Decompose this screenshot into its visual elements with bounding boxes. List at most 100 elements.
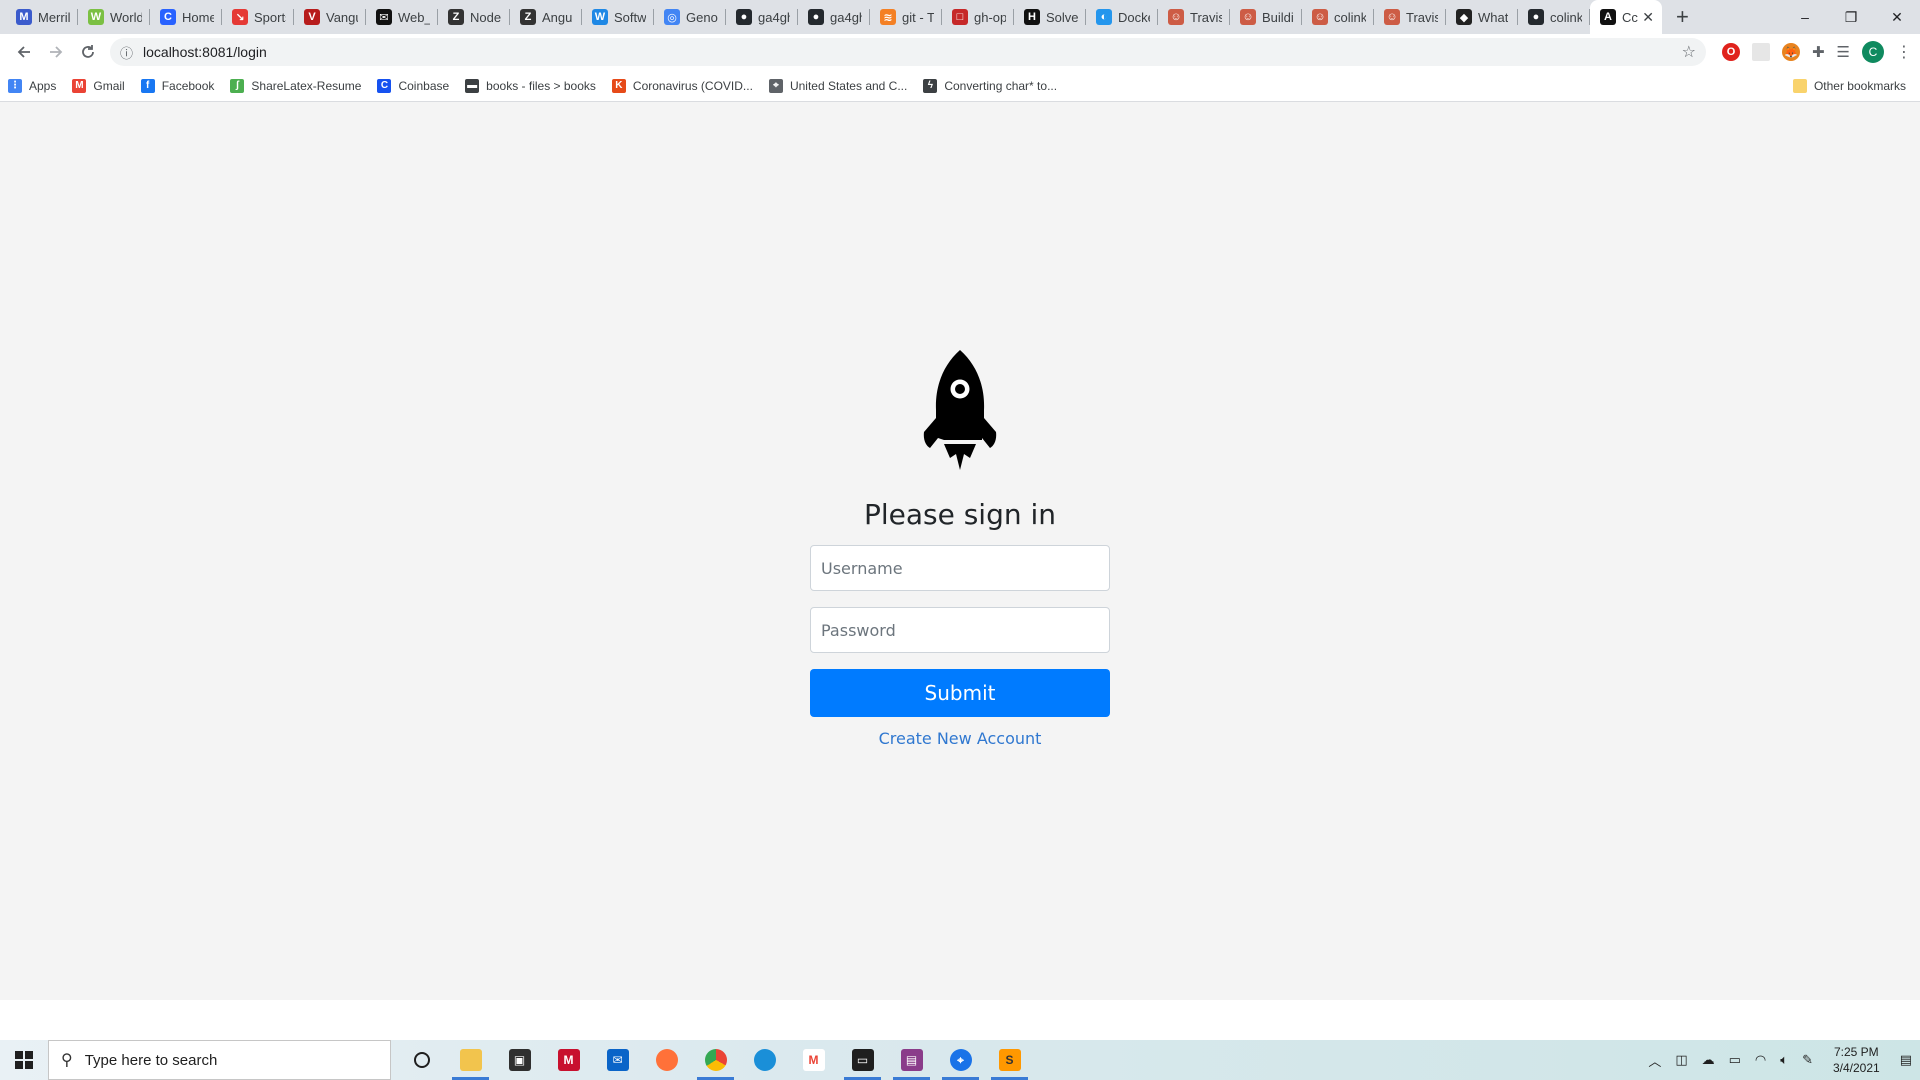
browser-tab[interactable]: W World: [78, 0, 150, 34]
tab-list: M Merril W World C Home ↘ Sports V Vangu ✉ Web_A Z No…: [0, 0, 1590, 34]
back-arrow-icon: [17, 46, 30, 58]
bookmark-favicon-icon: K: [611, 78, 626, 93]
reload-button[interactable]: [72, 36, 104, 68]
close-tab-icon[interactable]: ✕: [1642, 9, 1654, 26]
browser-tab[interactable]: ✉ Web_A: [366, 0, 438, 34]
tab-title: ga4gh: [758, 9, 790, 25]
new-tab-button[interactable]: +: [1662, 0, 1703, 34]
bookmark-item[interactable]: f Facebook: [140, 78, 214, 93]
taskbar-store[interactable]: ▣: [495, 1040, 544, 1080]
tab-active[interactable]: A Cc ✕: [1590, 0, 1662, 34]
browser-tab[interactable]: Z Node.: [438, 0, 510, 34]
bookmark-item[interactable]: ⋮ Apps: [8, 78, 56, 93]
bookmark-item[interactable]: M Gmail: [72, 78, 125, 93]
tab-favicon-icon: ◆: [1456, 9, 1472, 25]
tab-favicon-icon: ☺: [1240, 9, 1256, 25]
bookmark-star-icon[interactable]: ☆: [1682, 42, 1696, 62]
windows-logo-icon: [15, 1051, 33, 1069]
maximize-button[interactable]: ❐: [1828, 9, 1874, 26]
chevron-up-icon[interactable]: ︿: [1648, 1051, 1661, 1070]
taskbar-maps[interactable]: ⌖: [936, 1040, 985, 1080]
browser-tab[interactable]: □ gh-op: [942, 0, 1014, 34]
browser-tab[interactable]: ☺ Travis: [1158, 0, 1230, 34]
username-input[interactable]: Username: [810, 545, 1110, 591]
browser-tab[interactable]: V Vangu: [294, 0, 366, 34]
close-window-button[interactable]: ✕: [1874, 9, 1920, 26]
browser-tab[interactable]: ◎ Genor: [654, 0, 726, 34]
taskbar-search[interactable]: ⚲ Type here to search: [48, 1040, 391, 1080]
address-bar[interactable]: ⓘ localhost:8081/login ☆: [110, 38, 1706, 66]
bookmark-item[interactable]: ʃ ShareLatex-Resume: [230, 78, 361, 93]
browser-tab[interactable]: W Softw: [582, 0, 654, 34]
bookmark-item[interactable]: K Coronavirus (COVID...: [611, 78, 753, 93]
tab-title: Docke: [1118, 9, 1150, 25]
taskbar-winrar[interactable]: ▤: [887, 1040, 936, 1080]
other-bookmarks-label: Other bookmarks: [1813, 78, 1906, 93]
taskbar-edge[interactable]: [740, 1040, 789, 1080]
browser-tab[interactable]: M Merril: [6, 0, 78, 34]
taskbar-file-explorer[interactable]: [446, 1040, 495, 1080]
taskbar-chrome[interactable]: [691, 1040, 740, 1080]
taskbar-gmail[interactable]: M: [789, 1040, 838, 1080]
taskbar-firefox[interactable]: [642, 1040, 691, 1080]
clock[interactable]: 7:25 PM 3/4/2021: [1833, 1044, 1880, 1076]
battery-icon[interactable]: ▭: [1729, 1052, 1741, 1068]
metamask-fox-icon[interactable]: 🦊: [1781, 43, 1800, 61]
info-icon[interactable]: ⓘ: [120, 43, 133, 62]
taskbar-mcafee[interactable]: M: [544, 1040, 593, 1080]
edge-icon: [753, 1049, 776, 1071]
pen-icon[interactable]: ✎: [1802, 1052, 1813, 1068]
bookmark-label: Coinbase: [398, 78, 450, 93]
browser-tab[interactable]: ● ga4gh: [798, 0, 870, 34]
mail-icon: ✉: [606, 1049, 629, 1071]
minimize-button[interactable]: –: [1782, 9, 1828, 25]
browser-tab[interactable]: ☺ colink: [1302, 0, 1374, 34]
menu-icon[interactable]: ⋮: [1896, 42, 1912, 62]
meet-now-icon[interactable]: ◫: [1675, 1052, 1687, 1068]
bookmarks-bar: ⋮ Apps M Gmail f Facebook ʃ ShareLatex-Resume C C…: [0, 70, 1920, 102]
browser-tab[interactable]: ● colink: [1518, 0, 1590, 34]
browser-tab[interactable]: ◐ Docke: [1086, 0, 1158, 34]
bookmark-label: Gmail: [93, 78, 125, 93]
extension-icon[interactable]: [1751, 43, 1770, 61]
browser-toolbar: ⓘ localhost:8081/login ☆ O 🦊 ✚ ☰ C ⋮: [0, 34, 1920, 70]
submit-button[interactable]: Submit: [810, 669, 1110, 717]
browser-tab[interactable]: ☺ Travis: [1374, 0, 1446, 34]
cortana-button[interactable]: [397, 1040, 446, 1080]
reading-list-icon[interactable]: ☰: [1837, 43, 1850, 61]
bookmark-label: books - files > books: [486, 78, 596, 93]
bookmark-item[interactable]: ▬ books - files > books: [465, 78, 596, 93]
back-button[interactable]: [8, 36, 40, 68]
browser-tab[interactable]: ● ga4gh: [726, 0, 798, 34]
profile-avatar[interactable]: C: [1862, 41, 1884, 63]
forward-button[interactable]: [40, 36, 72, 68]
bookmark-item[interactable]: C Coinbase: [377, 78, 450, 93]
browser-tab[interactable]: ☺ Buildi: [1230, 0, 1302, 34]
browser-tab[interactable]: ↘ Sports: [222, 0, 294, 34]
tab-title: Merril: [38, 9, 70, 25]
browser-tab[interactable]: H Solve: [1014, 0, 1086, 34]
browser-tab[interactable]: ◆ What: [1446, 0, 1518, 34]
start-button[interactable]: [0, 1040, 48, 1080]
tab-favicon-icon: M: [16, 9, 32, 25]
other-bookmarks[interactable]: Other bookmarks: [1792, 78, 1906, 93]
browser-tab[interactable]: ≋ git - T: [870, 0, 942, 34]
notifications-icon[interactable]: ▤: [1900, 1052, 1912, 1068]
onedrive-icon[interactable]: ☁: [1702, 1052, 1715, 1068]
create-account-link[interactable]: Create New Account: [810, 729, 1110, 748]
browser-tab[interactable]: Z Angu: [510, 0, 582, 34]
browser-tab[interactable]: C Home: [150, 0, 222, 34]
taskbar-mail[interactable]: ✉: [593, 1040, 642, 1080]
puzzle-icon[interactable]: ✚: [1812, 43, 1825, 61]
taskbar-terminal[interactable]: ▭: [838, 1040, 887, 1080]
tab-title: Solve: [1046, 9, 1078, 25]
bookmark-item[interactable]: ⌖ United States and C...: [768, 78, 907, 93]
bookmark-item[interactable]: ϟ Converting char* to...: [923, 78, 1057, 93]
page-bottom-strip: [0, 1000, 1920, 1040]
volume-icon[interactable]: 🔈︎: [1780, 1052, 1788, 1068]
wifi-icon[interactable]: ◠: [1755, 1052, 1766, 1068]
opera-extension-icon[interactable]: O: [1721, 43, 1740, 61]
taskbar-sublime[interactable]: S: [985, 1040, 1034, 1080]
password-input[interactable]: Password: [810, 607, 1110, 653]
tab-title: World: [110, 9, 142, 25]
